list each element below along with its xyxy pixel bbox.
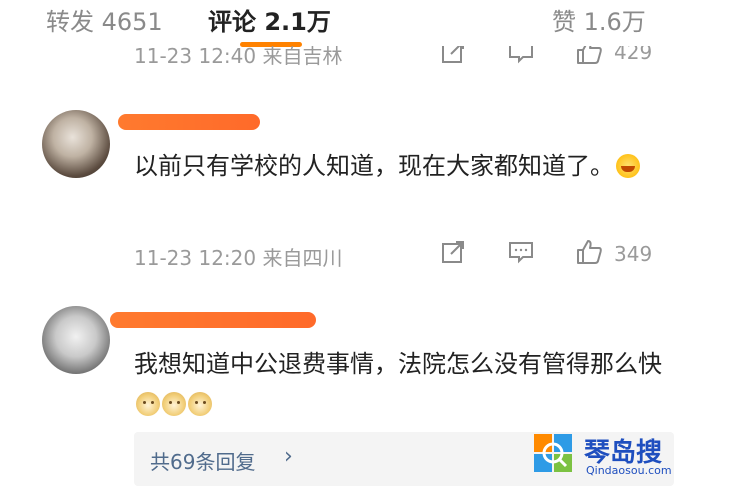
comment-body: 以前只有学校的人知道，现在大家都知道了。 bbox=[134, 152, 614, 180]
avatar[interactable] bbox=[42, 306, 110, 374]
watermark: 琴岛搜 Qindaosou.com bbox=[530, 430, 690, 480]
comment-icon[interactable] bbox=[507, 46, 535, 66]
tab-bar: 转发 4651 评论 2.1万 赞 1.6万 bbox=[0, 0, 742, 52]
laughing-emoji-icon bbox=[616, 154, 640, 178]
redacted-username bbox=[118, 114, 260, 130]
dog-emoji-icon bbox=[162, 392, 186, 416]
tab-likes[interactable]: 赞 1.6万 bbox=[552, 2, 646, 37]
tab-repost[interactable]: 转发 4651 bbox=[46, 2, 163, 37]
dog-emoji-icon bbox=[136, 392, 160, 416]
watermark-url: Qindaosou.com bbox=[586, 464, 672, 477]
like-count: 429 bbox=[614, 46, 653, 64]
share-icon[interactable] bbox=[439, 46, 467, 66]
comment-meta-row: 11-23 12:20 来自四川 349 bbox=[0, 238, 742, 270]
comment-meta: 11-23 12:20 来自四川 bbox=[134, 246, 343, 270]
like-count: 349 bbox=[614, 242, 653, 266]
comment-body: 我想知道中公退费事情，法院怎么没有管得那么快 bbox=[134, 350, 662, 378]
comment-meta: 11-23 12:40 来自吉林 bbox=[134, 46, 343, 68]
comment-text: 以前只有学校的人知道，现在大家都知道了。 bbox=[134, 146, 674, 186]
watermark-logo-icon bbox=[534, 434, 572, 472]
dog-emoji-icon bbox=[188, 392, 212, 416]
chevron-right-icon: › bbox=[284, 444, 293, 469]
replies-label: 共69条回复 bbox=[150, 450, 256, 474]
comment-item: 以前只有学校的人知道，现在大家都知道了。 11-23 12:20 来自四川 34… bbox=[0, 100, 742, 280]
comment-text: 我想知道中公退费事情，法院怎么没有管得那么快 bbox=[134, 344, 674, 424]
thumbs-up-icon[interactable] bbox=[575, 46, 603, 66]
previous-comment-meta: 11-23 12:40 来自吉林 429 bbox=[0, 46, 742, 72]
comment-icon[interactable] bbox=[507, 238, 535, 266]
share-icon[interactable] bbox=[439, 238, 467, 266]
tab-comments[interactable]: 评论 2.1万 bbox=[208, 2, 331, 37]
redacted-username bbox=[110, 312, 316, 328]
avatar[interactable] bbox=[42, 110, 110, 178]
thumbs-up-icon[interactable] bbox=[575, 238, 603, 266]
